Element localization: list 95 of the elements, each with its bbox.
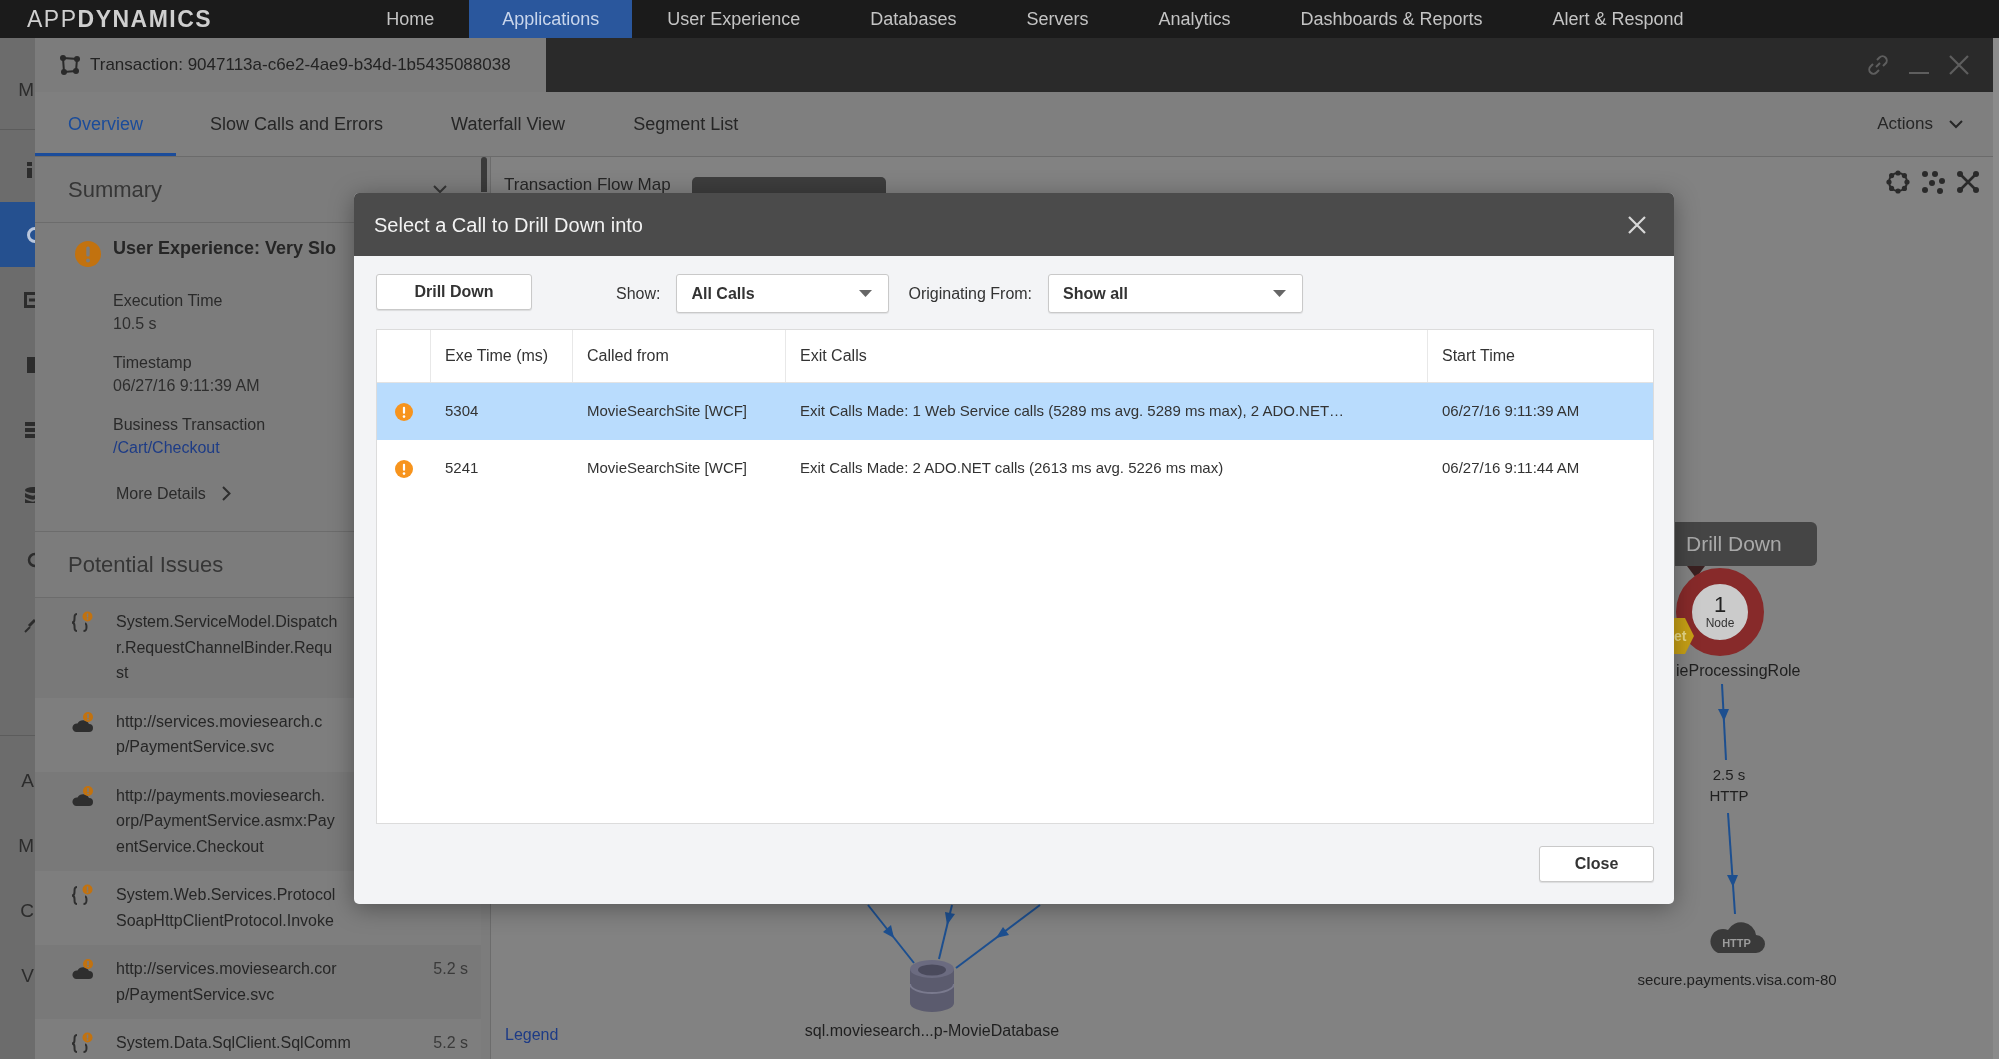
square-nodes-icon [59,54,81,76]
tab[interactable]: Waterfall View [417,92,600,156]
column-header[interactable]: Exe Time (ms) [431,330,573,382]
sidebar-item[interactable] [0,202,35,267]
issue-title: User Experience: Very Slo [113,237,337,260]
actions-menu[interactable]: Actions [1875,111,1965,137]
chevron-right-icon [221,486,231,501]
tab[interactable]: Slow Calls and Errors [176,92,418,156]
nav-tab[interactable]: Alert & Respond [1517,0,1719,38]
edge-time: 2.5 s [1712,765,1746,785]
section-title: Summary [68,176,163,204]
stack-icon [23,486,35,503]
field-value: 10.5 s [113,314,157,334]
show-dropdown[interactable]: All Calls [676,274,890,313]
window-title-tab[interactable]: Transaction: 9047113a-c6e2-4ae9-b34d-1b5435088038 [35,38,546,92]
filter-label: Originating From: [908,283,1033,304]
field-label: Execution Time [113,291,223,311]
legend-link[interactable]: Legend [505,1023,559,1047]
table-cell-text: MovieSearchSite [WCF] [587,401,748,422]
braces-warning-icon [70,884,93,907]
nav-tab[interactable]: Analytics [1123,0,1266,38]
field-link[interactable]: /Cart/Checkout [113,436,220,459]
cloud-warning-icon [70,784,93,808]
nav-tab[interactable]: Home [351,0,470,38]
dialog-title: Select a Call to Drill Down into [374,212,643,238]
caret-down-icon [859,290,873,297]
table-cell-text: 5241 [445,458,479,479]
table-cell-text: MovieSearchSite [WCF] [587,458,748,479]
nav-tab[interactable]: Servers [991,0,1124,38]
table-cell-text: 5304 [445,401,479,422]
caret-down-icon [1273,290,1287,297]
field-value: 06/27/16 9:11:39 AM [113,376,260,396]
nav-tab[interactable]: Databases [835,0,992,38]
sidebar-item[interactable]: M [0,813,35,878]
issue-name: http://services.moviesearch.c p/PaymentService.svc [116,711,323,757]
node-count: 1 [1713,594,1727,616]
tab[interactable]: Segment List [599,92,773,156]
table-cell-text: 06/27/16 9:11:39 AM [1442,401,1580,422]
field-label: Business Transaction [113,415,266,435]
warning-icon [75,241,101,267]
chevron-down-icon[interactable] [433,185,447,194]
chevron-down-icon [1949,119,1963,129]
app-logo: APPDYNAMICS [27,7,213,31]
close-button[interactable]: Close [1539,846,1654,882]
map-title: Transaction Flow Map [504,174,671,196]
link-icon[interactable] [1867,54,1889,76]
braces-warning-icon [70,1032,93,1055]
table-row[interactable]: 5304 MovieSearchSite [WCF] Exit Calls Made: 1 Web Service calls (5289 ms avg. 5289 ms max), 2 ADO.NET… 06/27/16 9:11:39 AM [377,383,1653,440]
ring-layout-icon[interactable] [1886,170,1910,194]
warning-icon [395,459,413,478]
issue-duration: 5.2 s [433,1033,468,1053]
issue-name: http://services.moviesearch.cor p/PaymentService.svc [116,959,337,1005]
sidebar-item[interactable]: M [0,78,35,100]
backend-label: secure.payments.visa.com-80 [1637,970,1837,990]
edge-protocol: HTTP [1709,786,1749,806]
scrollbar-thumb[interactable] [481,157,487,192]
table-cell-text: 06/27/16 9:11:44 AM [1442,458,1580,479]
x-nodes-icon[interactable] [1956,170,1980,194]
warning-icon [395,402,413,421]
cloud-warning-icon [70,710,93,734]
sidebar-item[interactable]: A [0,748,35,813]
hexagon-badge: et [1674,618,1694,654]
section-title: Potential Issues [68,551,224,579]
braces-warning-icon [70,611,93,634]
issue-name: System.Web.Services.Protocol SoapHttpClientProtocol.Invoke [116,885,336,931]
node-label: Node [1705,616,1735,630]
bracket-icon [23,291,35,308]
nav-tab[interactable]: User Experience [632,0,836,38]
connector-arrow [867,904,915,964]
issue-name: System.ServiceModel.Dispatch r.RequestChannelBinder.Requ st [116,612,338,683]
node-name: ieProcessingRole [1676,661,1801,681]
sidebar-item[interactable]: C [0,878,35,943]
issue-name: System.Data.SqlClient.SqlComm [116,1033,351,1053]
column-header[interactable]: Exit Calls [786,330,1428,382]
cloud-warning-icon [70,958,93,981]
column-header[interactable]: Start Time [1428,330,1653,382]
nav-tab[interactable]: Applications [469,0,633,38]
sidebar-item[interactable]: V [0,943,35,1008]
column-header[interactable]: Called from [573,330,786,382]
wrench-icon [23,616,35,633]
more-details-link[interactable]: More Details [116,482,231,505]
issue-duration: 5.2 s [433,959,468,979]
cloud-badge-text: HTTP [1721,936,1752,950]
table-cell-text: Exit Calls Made: 2 ADO.NET calls (2613 ms avg. 5226 ms max) [800,458,1224,479]
list-icon [23,421,35,438]
issue-name: http://payments.moviesearch. orp/PaymentService.asmx:Pay entService.Checkout [116,785,335,857]
filter-label: Show: [616,283,661,304]
nav-tab[interactable]: Dashboards & Reports [1265,0,1518,38]
dots-icon[interactable] [1921,170,1945,194]
database-icon [910,960,954,1012]
table-cell-text: Exit Calls Made: 1 Web Service calls (5289 ms avg. 5289 ms max), 2 ADO.NET… [800,401,1345,422]
field-label: Timestamp [113,353,192,373]
database-label: sql.moviesearch...p-MovieDatabase [803,1021,1061,1041]
originating-dropdown[interactable]: Show all [1048,274,1304,313]
drill-down-button[interactable]: Drill Down [376,274,532,310]
